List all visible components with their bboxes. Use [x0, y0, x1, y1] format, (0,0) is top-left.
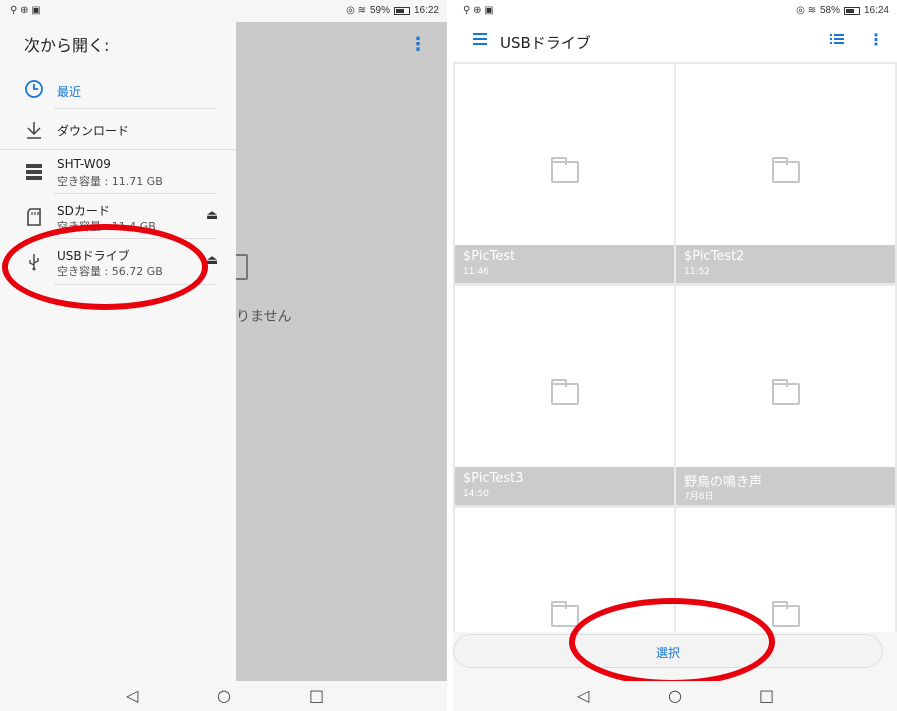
status-right-icons: ◎ ≋ [796, 5, 816, 16]
recent-apps-icon[interactable]: □ [759, 686, 774, 705]
list-view-icon[interactable] [830, 34, 844, 44]
back-icon[interactable]: ◁ [126, 686, 138, 705]
clock-icon [25, 80, 43, 98]
folder-tile[interactable]: $PicTest2 11:52 [676, 64, 895, 283]
battery-icon [393, 6, 410, 15]
folder-time: 11:46 [463, 267, 489, 277]
status-right-icons: ◎ ≋ [346, 5, 366, 16]
drawer-item-sub: 空き容量 : 11.71 GB [57, 175, 163, 188]
drawer-title: 次から開く: [24, 36, 110, 55]
app-bar: USBドライブ ⋮ [453, 22, 897, 60]
folder-time: 14:50 [463, 489, 489, 499]
right-screen: ⚲ ⊕ ▣ ◎ ≋ 58% 16:24 USBドライブ ⋮ $PicTest 11… [453, 0, 897, 711]
battery-icon [843, 6, 860, 15]
sdcard-icon [27, 208, 41, 226]
folder-name: 野鳥の鳴き声 [684, 475, 763, 490]
folder-grid: $PicTest 11:46 $PicTest2 11:52 $PicTest3 14… [453, 62, 897, 632]
left-screen: ⚲ ⊕ ▣ ◎ ≋ 59% 16:22 ⋮ りません 次から開く: 最近 ダウン… [0, 0, 447, 711]
background-content: ⋮ りません [228, 22, 447, 682]
back-icon[interactable]: ◁ [577, 686, 589, 705]
folder-name: $PicTest2 [684, 249, 745, 264]
more-icon: ⋮ [409, 34, 427, 55]
folder-icon [551, 379, 579, 405]
navigation-bar: ◁ ○ □ [0, 681, 447, 711]
home-icon[interactable]: ○ [217, 686, 231, 705]
folder-name: $PicTest [463, 249, 516, 264]
download-icon [27, 122, 41, 139]
more-icon[interactable]: ⋮ [868, 30, 884, 49]
status-left-icons: ⚲ ⊕ ▣ [463, 5, 494, 16]
divider [0, 149, 236, 150]
status-time: 16:24 [863, 5, 889, 16]
status-left-icons: ⚲ ⊕ ▣ [10, 5, 41, 16]
drawer-item-recent[interactable]: 最近 [0, 75, 236, 109]
empty-message: りません [236, 309, 292, 325]
status-time: 16:22 [413, 5, 439, 16]
storage-icon [26, 164, 42, 180]
status-bar: ⚲ ⊕ ▣ ◎ ≋ 58% 16:24 [453, 0, 897, 22]
folder-icon [551, 157, 579, 183]
navigation-bar: ◁ ○ □ [453, 681, 897, 711]
folder-tile[interactable]: $PicTest 11:46 [455, 64, 674, 283]
drawer-item-label: 最近 [57, 85, 82, 99]
home-icon[interactable]: ○ [668, 686, 682, 705]
drawer-item-sht-w09[interactable]: SHT-W09 空き容量 : 11.71 GB [0, 154, 236, 194]
page-title: USBドライブ [500, 34, 591, 52]
folder-icon [772, 601, 800, 627]
menu-icon[interactable] [473, 33, 487, 45]
folder-time: 7月8日 [684, 492, 714, 502]
status-bar: ⚲ ⊕ ▣ ◎ ≋ 59% 16:22 [0, 0, 447, 22]
drawer-header: 次から開く: [0, 22, 236, 62]
highlight-circle [2, 224, 208, 310]
eject-icon[interactable]: ⏏ [206, 208, 218, 223]
battery-percent: 59% [369, 5, 390, 16]
folder-icon [772, 379, 800, 405]
divider [54, 108, 216, 109]
folder-icon [551, 601, 579, 627]
drawer-item-label: ダウンロード [57, 124, 130, 138]
drawer-item-label: SDカード [57, 204, 110, 218]
folder-icon [772, 157, 800, 183]
divider [54, 193, 216, 194]
navigation-drawer: 次から開く: 最近 ダウンロード SHT-W09 空き容量 : 11.71 GB [0, 22, 236, 682]
battery-percent: 58% [819, 5, 840, 16]
folder-tile[interactable]: $PicTest3 14:50 [455, 286, 674, 505]
drawer-item-label: SHT-W09 [57, 157, 111, 171]
folder-tile[interactable]: 野鳥の鳴き声 7月8日 [676, 286, 895, 505]
folder-time: 11:52 [684, 267, 710, 277]
recent-apps-icon[interactable]: □ [309, 686, 324, 705]
highlight-circle [569, 598, 775, 686]
folder-name: $PicTest3 [463, 471, 524, 486]
drawer-item-download[interactable]: ダウンロード [0, 116, 236, 150]
